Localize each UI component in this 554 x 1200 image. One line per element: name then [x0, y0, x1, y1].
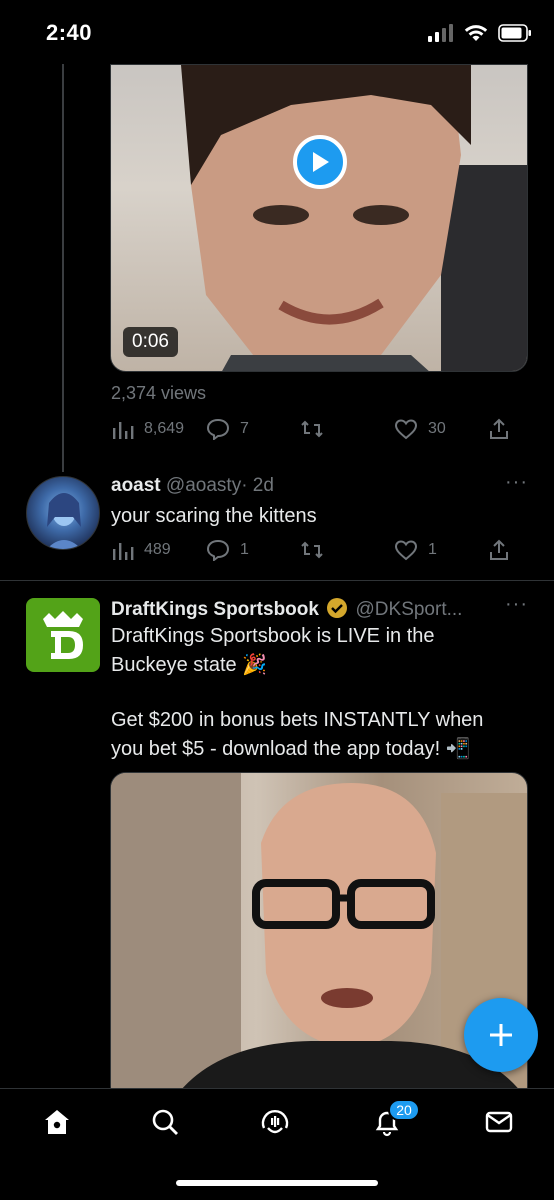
analytics-button[interactable]: 489: [112, 537, 171, 563]
reply-button[interactable]: 1: [206, 537, 249, 563]
video-duration: 0:06: [123, 327, 178, 357]
share-button[interactable]: [488, 537, 510, 563]
draftkings-crown-logo-icon: [43, 611, 83, 659]
analytics-icon: [113, 422, 134, 439]
analytics-count: 489: [144, 541, 171, 558]
status-bar: 2:40: [0, 0, 554, 64]
tab-home[interactable]: [40, 1105, 74, 1139]
compose-icon: [490, 1024, 512, 1046]
more-options-button[interactable]: ···: [505, 471, 528, 494]
tweet-actions: 8,649 7 30: [112, 416, 512, 442]
avatar[interactable]: [26, 476, 100, 550]
spaces-icon: [261, 1110, 289, 1134]
retweet-button[interactable]: [300, 537, 324, 563]
battery-icon: [498, 24, 531, 42]
compose-button[interactable]: [464, 998, 538, 1072]
share-icon: [490, 418, 508, 439]
like-count: 1: [428, 541, 437, 558]
retweet-icon: [301, 541, 323, 559]
reply-icon: [206, 539, 230, 561]
analytics-button[interactable]: 8,649: [112, 416, 184, 442]
ad-video-player[interactable]: [110, 772, 528, 1102]
like-button[interactable]: 30: [394, 416, 446, 442]
more-options-button[interactable]: ···: [505, 593, 528, 616]
wifi-icon: [464, 25, 488, 41]
home-indicator: [176, 1180, 378, 1186]
messages-icon: [485, 1111, 513, 1133]
ad-tweet-text-1: DraftKings Sportsbook is LIVE in the Buc…: [111, 625, 435, 676]
verified-icon: [327, 598, 348, 618]
avatar-figure: [46, 493, 82, 549]
notifications-badge: 20: [388, 1099, 420, 1121]
video-frame-person: [181, 65, 527, 371]
home-icon: [45, 1110, 69, 1134]
search-icon: [152, 1109, 178, 1135]
view-count: 2,374 views: [111, 383, 207, 403]
like-count: 30: [428, 420, 446, 437]
analytics-icon: [113, 543, 134, 560]
reply-tweet-header: aoast @aoasty· 2d: [111, 475, 274, 497]
play-button[interactable]: [293, 135, 347, 189]
reply-count: 7: [240, 420, 249, 437]
draftkings-logo[interactable]: [26, 598, 100, 672]
play-icon: [313, 152, 329, 172]
signal-icon: [428, 24, 453, 42]
heart-icon: [394, 540, 418, 561]
ad-video-frame-person: [111, 773, 527, 1101]
reply-count: 1: [240, 541, 249, 558]
divider: [0, 580, 554, 581]
tab-search[interactable]: [148, 1105, 182, 1139]
tab-messages[interactable]: [482, 1105, 516, 1139]
like-button[interactable]: 1: [394, 537, 437, 563]
thread-line: [62, 64, 64, 472]
retweet-icon: [301, 420, 323, 438]
display-name[interactable]: aoast: [111, 475, 161, 496]
reply-button[interactable]: 7: [206, 416, 249, 442]
heart-icon: [394, 419, 418, 440]
user-handle[interactable]: @aoasty: [166, 475, 241, 496]
status-icons: [428, 22, 532, 44]
share-icon: [490, 539, 508, 560]
user-handle[interactable]: @DKSport...: [356, 599, 463, 620]
tab-spaces[interactable]: [258, 1105, 292, 1139]
retweet-button[interactable]: [300, 416, 324, 442]
analytics-count: 8,649: [144, 420, 185, 437]
reply-icon: [206, 418, 230, 440]
share-button[interactable]: [488, 416, 510, 442]
tweet-text: your scaring the kittens: [111, 505, 317, 527]
ad-tweet-header: DraftKings Sportsbook @DKSport...: [111, 597, 462, 621]
tweet-actions: 489 1 1: [112, 537, 512, 563]
display-name[interactable]: DraftKings Sportsbook: [111, 599, 319, 620]
video-player[interactable]: 0:06: [110, 64, 528, 372]
ad-tweet-text-2: Get $200 in bonus bets INSTANTLY when yo…: [111, 709, 484, 760]
tweet-time: · 2d: [241, 475, 274, 496]
status-time: 2:40: [46, 20, 93, 45]
